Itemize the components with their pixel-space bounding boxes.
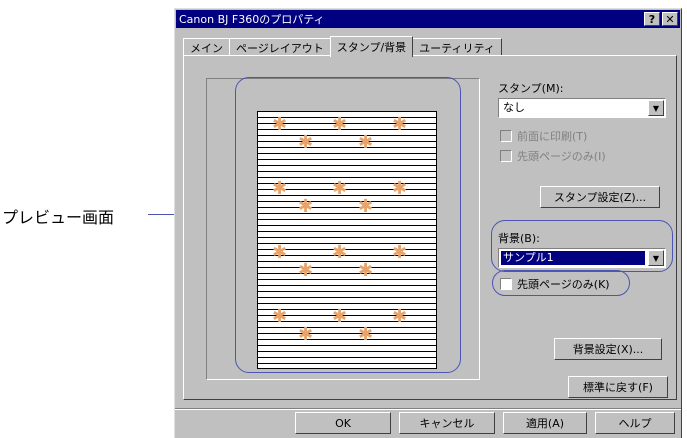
watermark-icon: ✱ bbox=[298, 132, 314, 153]
background-select-value: サンプル1 bbox=[501, 251, 645, 265]
background-settings-button[interactable]: 背景設定(X)... bbox=[554, 338, 662, 360]
background-select[interactable]: サンプル1 ▼ bbox=[498, 248, 666, 268]
watermark-icon: ✱ bbox=[392, 178, 408, 199]
tab-strip: メイン ページレイアウト スタンプ/背景 ユーティリティ bbox=[183, 34, 502, 57]
chevron-down-icon[interactable]: ▼ bbox=[648, 100, 664, 116]
chevron-down-icon[interactable]: ▼ bbox=[648, 250, 664, 266]
tab-page-layout[interactable]: ページレイアウト bbox=[229, 38, 331, 56]
restore-defaults-button[interactable]: 標準に戻す(F) bbox=[568, 376, 668, 398]
stamp-first-page-checkbox: 先頭ページのみ(I) bbox=[500, 148, 606, 164]
watermark-icon: ✱ bbox=[358, 132, 374, 153]
watermark-icon: ✱ bbox=[332, 306, 348, 327]
watermark-icon: ✱ bbox=[272, 114, 288, 135]
properties-dialog: Canon BJ F360のプロパティ ? ✕ メイン ページレイアウト スタン… bbox=[174, 8, 682, 438]
watermark-icon: ✱ bbox=[332, 114, 348, 135]
checkbox-box bbox=[500, 130, 512, 142]
stamp-select-value: なし bbox=[503, 101, 525, 114]
preview-area: ✱ ✱ ✱ ✱ ✱ ✱ ✱ ✱ ✱ ✱ ✱ ✱ ✱ ✱ ✱ ✱ ✱ ✱ ✱ ✱ bbox=[206, 78, 480, 380]
close-icon[interactable]: ✕ bbox=[662, 12, 678, 26]
watermark-icon: ✱ bbox=[358, 324, 374, 345]
background-first-page-label: 先頭ページのみ(K) bbox=[517, 278, 610, 291]
preview-page: ✱ ✱ ✱ ✱ ✱ ✱ ✱ ✱ ✱ ✱ ✱ ✱ ✱ ✱ ✱ ✱ ✱ ✱ ✱ ✱ bbox=[257, 111, 437, 369]
tab-main[interactable]: メイン bbox=[183, 38, 230, 56]
watermark-icon: ✱ bbox=[332, 242, 348, 263]
background-first-page-checkbox[interactable]: 先頭ページのみ(K) bbox=[500, 276, 610, 292]
watermark-icon: ✱ bbox=[392, 306, 408, 327]
apply-button[interactable]: 適用(A) bbox=[503, 412, 587, 434]
stamp-select[interactable]: なし ▼ bbox=[498, 98, 666, 118]
stamp-settings-button[interactable]: スタンプ設定(Z)... bbox=[540, 186, 660, 208]
watermark-icon: ✱ bbox=[298, 196, 314, 217]
title-bar: Canon BJ F360のプロパティ ? ✕ bbox=[176, 10, 680, 28]
stamp-first-page-label: 先頭ページのみ(I) bbox=[517, 150, 606, 163]
checkbox-box[interactable] bbox=[500, 278, 512, 290]
ok-button[interactable]: OK bbox=[295, 412, 391, 434]
footer-separator-light bbox=[175, 409, 681, 410]
window-title: Canon BJ F360のプロパティ bbox=[179, 13, 325, 26]
watermark-icon: ✱ bbox=[358, 196, 374, 217]
watermark-icon: ✱ bbox=[272, 242, 288, 263]
cancel-button[interactable]: キャンセル bbox=[399, 412, 495, 434]
stamp-label: スタンプ(M): bbox=[498, 82, 564, 95]
stamp-front-print-label: 前面に印刷(T) bbox=[517, 130, 588, 143]
preview-callout-label: プレビュー画面 bbox=[2, 208, 115, 227]
watermark-icon: ✱ bbox=[272, 306, 288, 327]
help-button[interactable]: ヘルプ bbox=[595, 412, 675, 434]
stamp-front-print-checkbox: 前面に印刷(T) bbox=[500, 128, 587, 144]
background-label: 背景(B): bbox=[498, 232, 540, 245]
watermark-icon: ✱ bbox=[392, 242, 408, 263]
watermark-icon: ✱ bbox=[332, 178, 348, 199]
watermark-icon: ✱ bbox=[358, 260, 374, 281]
tab-stamp-background[interactable]: スタンプ/背景 bbox=[329, 36, 414, 57]
watermark-icon: ✱ bbox=[298, 260, 314, 281]
watermark-icon: ✱ bbox=[272, 178, 288, 199]
tab-utility[interactable]: ユーティリティ bbox=[412, 38, 502, 56]
checkbox-box bbox=[500, 150, 512, 162]
help-icon[interactable]: ? bbox=[644, 12, 660, 26]
watermark-icon: ✱ bbox=[392, 114, 408, 135]
tab-panel: ✱ ✱ ✱ ✱ ✱ ✱ ✱ ✱ ✱ ✱ ✱ ✱ ✱ ✱ ✱ ✱ ✱ ✱ ✱ ✱ bbox=[183, 55, 677, 400]
watermark-icon: ✱ bbox=[298, 324, 314, 345]
